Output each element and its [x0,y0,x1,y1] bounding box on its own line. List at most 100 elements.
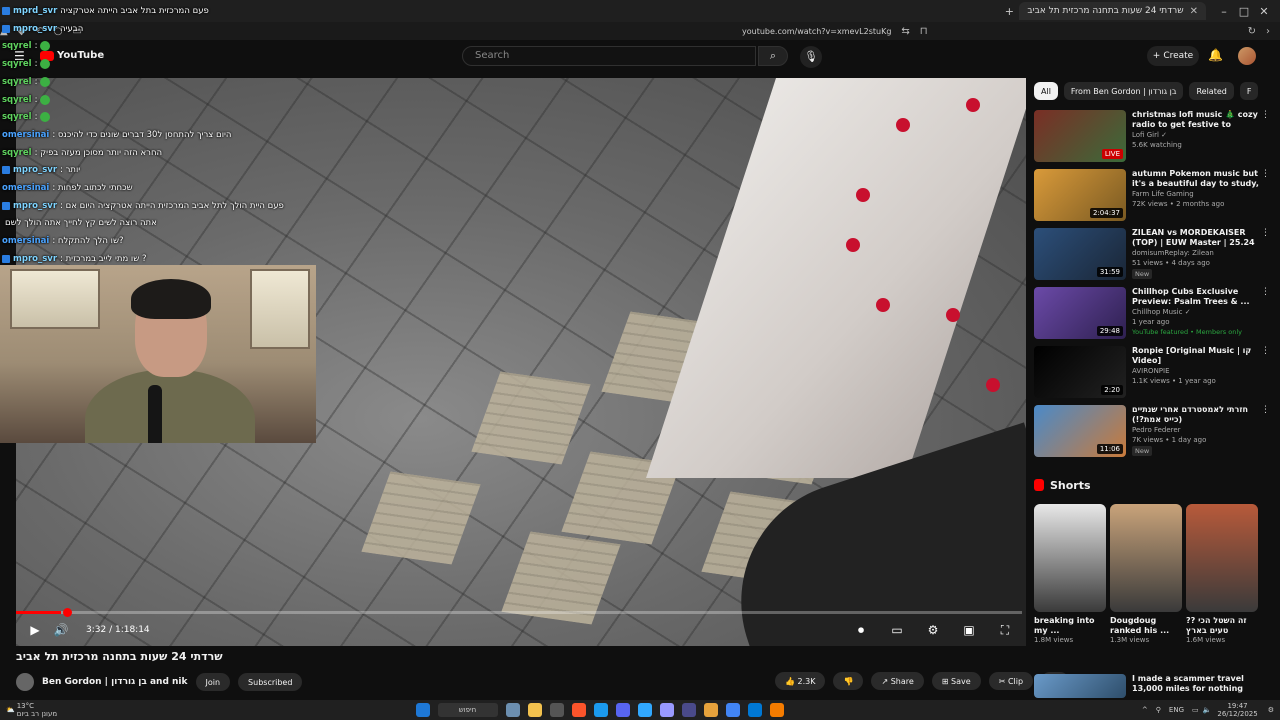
more-options-icon[interactable]: ⋮ [1261,169,1270,179]
rec-title[interactable]: ZILEAN vs MORDEKAISER (TOP) | EUW Master… [1132,228,1260,248]
list-item[interactable]: 2:20 Ronpie [Original Music | קו Video] AV… [1034,346,1270,401]
search-input[interactable]: Search [462,46,756,66]
bookmark-icon[interactable]: ⊓ [920,26,928,37]
captions-icon[interactable]: ▭ [884,623,910,637]
dislike-button[interactable]: 👎 [833,672,864,690]
more-options-icon[interactable]: ⋮ [1261,228,1270,238]
discord-icon[interactable] [615,703,630,717]
more-options-icon[interactable]: ⋮ [1261,110,1270,120]
theater-icon[interactable]: ▣ [956,623,982,637]
filter-chip[interactable]: F [1239,82,1259,100]
rec-title[interactable]: christmas lofi music 🎄 cozy radio to get… [1132,110,1260,130]
progress-bar[interactable] [16,608,1022,617]
rec-channel[interactable]: Lofi Girl ✓ [1132,130,1260,140]
like-button[interactable]: 👍 2.3K [775,672,826,690]
video-thumbnail[interactable]: 2:04:37 [1034,169,1126,221]
notifications-icon[interactable]: 🔔 [1208,48,1223,62]
short-item[interactable]: Dougdoug ranked his ... 1.3M views [1110,504,1182,644]
app-icon[interactable] [549,703,564,717]
video-thumbnail[interactable]: 2:20 [1034,346,1126,398]
close-tab-icon[interactable]: ✕ [1190,6,1198,17]
widgets-icon[interactable] [505,703,520,717]
tray-chevron-icon[interactable]: ^ [1142,706,1148,714]
share-url-icon[interactable]: ⇆ [901,26,909,37]
filter-chip[interactable]: Related [1189,82,1234,100]
search-small-icon[interactable]: ○ [54,26,63,37]
video-thumbnail[interactable]: LIVE [1034,110,1126,162]
short-thumbnail[interactable] [1034,504,1106,612]
short-thumbnail[interactable] [1186,504,1258,612]
list-item[interactable]: I made a scammer travel 13,000 miles for… [1034,674,1280,698]
filter-chip[interactable]: All [1034,82,1058,100]
video-thumbnail[interactable] [1034,674,1126,698]
rec-channel[interactable]: Pedro Federer [1132,425,1260,435]
file-explorer-icon[interactable] [527,703,542,717]
share-button[interactable]: ↗ Share [871,672,924,690]
save-button[interactable]: ⊞ Save [931,672,981,690]
after-effects-icon[interactable] [659,703,674,717]
notepad-icon[interactable] [747,703,762,717]
back-icon[interactable]: ↶ [35,26,43,37]
clip-button[interactable]: ✂ Clip [988,672,1034,690]
more-options-icon[interactable]: ⋮ [1261,346,1270,356]
photoshop-icon[interactable] [681,703,696,717]
short-title[interactable]: Dougdoug ranked his ... [1110,616,1182,636]
clock[interactable]: 19:47 26/12/2025 [1217,702,1257,718]
short-title[interactable]: זה השטל הכי ??טעים בארץ [1186,616,1258,636]
app-icon[interactable] [703,703,718,717]
list-item[interactable]: LIVE christmas lofi music 🎄 cozy radio to… [1034,110,1270,165]
premiere-icon[interactable] [637,703,652,717]
more-options-icon[interactable]: ⋮ [1261,287,1270,297]
weather-icon[interactable]: ⛅ [6,706,15,714]
subscribed-button[interactable]: Subscribed [238,673,303,691]
channel-avatar[interactable] [16,673,34,691]
more-options-icon[interactable]: ⋮ [1261,405,1270,415]
taskbar-search[interactable]: חיפוש [437,703,498,717]
new-tab-icon[interactable]: + [999,5,1019,18]
short-title[interactable]: breaking into my ... [1034,616,1106,636]
volume-tray-icon[interactable]: 🔈 [1203,706,1212,714]
extensions-icon[interactable]: ▲ [0,26,8,37]
notification-center-icon[interactable]: ⚙ [1268,706,1274,714]
rec-channel[interactable]: Farm Life Gaming [1132,189,1260,199]
weather-widget[interactable]: 13°C מעונן רב ביום [17,702,57,718]
join-button[interactable]: Join [195,673,231,691]
steam-icon[interactable] [593,703,608,717]
list-item[interactable]: 29:48 Chillhop Cubs Exclusive Preview: Ps… [1034,287,1270,342]
list-item[interactable]: 11:06 חזרתי לאמסטרדם אחרי שנתיים (כייס אמ… [1034,405,1270,460]
avatar[interactable] [1238,47,1256,65]
autoplay-toggle[interactable]: ⏺ [848,623,874,638]
language-indicator[interactable]: ENG [1169,706,1184,714]
screen-icon[interactable]: ▭ [73,26,82,37]
browser-tab[interactable]: ✕ שרדתי 24 שעות בתחנה מרכזית תל אביב [1019,2,1206,20]
network-icon[interactable]: ▭ [1192,706,1199,714]
close-window-icon[interactable]: ✕ [1254,5,1274,18]
rec-title[interactable]: autumn Pokemon music but it's a beautifu… [1132,169,1260,189]
play-icon[interactable]: ▶ [22,623,48,637]
channel-name[interactable]: Ben Gordon | בן גורדון and nik [42,677,188,687]
video-thumbnail[interactable]: 11:06 [1034,405,1126,457]
rec-channel[interactable]: AVIRONPIE [1132,366,1260,376]
microphone-icon[interactable]: 🎙 [800,46,822,68]
fullscreen-icon[interactable]: ⛶ [992,623,1018,638]
rec-title[interactable]: Chillhop Cubs Exclusive Preview: Psalm T… [1132,287,1260,307]
video-thumbnail[interactable]: 31:59 [1034,228,1126,280]
video-thumbnail[interactable]: 29:48 [1034,287,1126,339]
maximize-icon[interactable]: □ [1234,5,1254,18]
list-item[interactable]: 2:04:37 autumn Pokemon music but it's a b… [1034,169,1270,224]
rec-title[interactable]: Ronpie [Original Music | קו Video] [1132,346,1260,366]
minimize-icon[interactable]: – [1214,5,1234,18]
short-item[interactable]: breaking into my ... 1.8M views [1034,504,1106,644]
url-text[interactable]: youtube.com/watch?v=xmevL2stuKg [742,27,891,36]
shield-icon[interactable]: ◆ [18,26,26,37]
rec-title[interactable]: חזרתי לאמסטרדם אחרי שנתיים (כייס אמת?!) [1132,405,1260,425]
usb-icon[interactable]: ⚲ [1156,706,1161,714]
filter-chip[interactable]: From Ben Gordon | בן גורדון [1063,82,1184,100]
chrome-icon[interactable] [725,703,740,717]
youtube-logo[interactable]: YouTube [40,50,104,61]
create-button[interactable]: + Create [1147,46,1199,66]
forward-icon[interactable]: › [1266,26,1270,37]
settings-icon[interactable]: ⚙ [920,623,946,637]
search-button[interactable]: ⌕ [758,46,788,66]
list-item[interactable]: 31:59 ZILEAN vs MORDEKAISER (TOP) | EUW M… [1034,228,1270,283]
